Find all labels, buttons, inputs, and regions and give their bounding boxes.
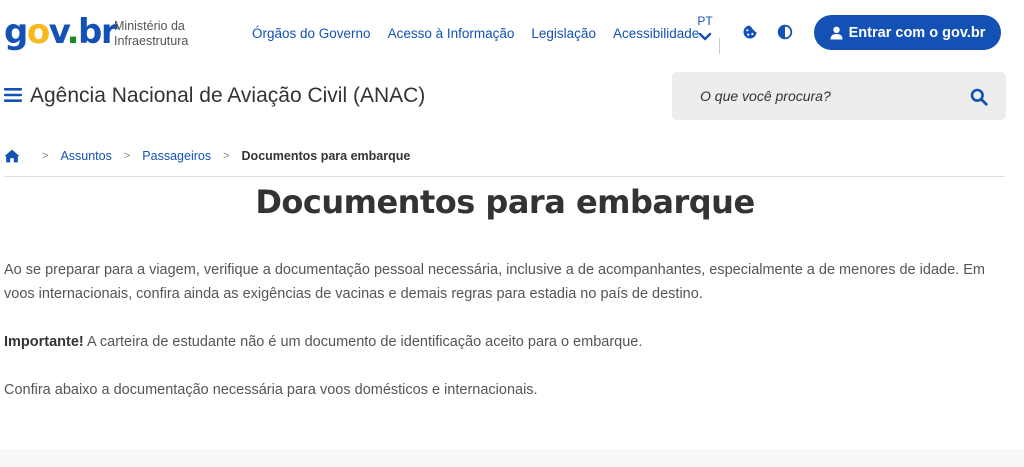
ministry-line-1: Ministério da — [114, 19, 185, 33]
contrast-icon[interactable] — [777, 24, 793, 40]
menu-icon[interactable] — [4, 87, 22, 103]
nav-acesso-a-informacao[interactable]: Acesso à Informação — [388, 26, 515, 41]
breadcrumb-item-passageiros[interactable]: Passageiros — [142, 149, 211, 163]
breadcrumb-divider — [4, 176, 1005, 177]
cookie-icon[interactable] — [742, 24, 758, 40]
language-selector[interactable]: PT — [692, 14, 718, 43]
breadcrumb-item-assuntos[interactable]: Assuntos — [60, 149, 111, 163]
top-nav: Órgãos do Governo Acesso à Informação Le… — [252, 26, 699, 41]
search-input[interactable] — [672, 72, 962, 120]
login-button-label: Entrar com o gov.br — [848, 24, 986, 41]
info-paragraph: Confira abaixo a documentação necessária… — [4, 382, 538, 398]
chevron-down-icon — [698, 32, 712, 41]
nav-acessibilidade[interactable]: Acessibilidade — [613, 26, 699, 41]
language-label: PT — [697, 14, 713, 28]
home-icon[interactable] — [4, 149, 20, 163]
important-label: Importante! — [4, 334, 84, 350]
login-button[interactable]: Entrar com o gov.br — [814, 15, 1001, 50]
breadcrumb-separator: > — [42, 150, 49, 162]
breadcrumb-separator: > — [223, 150, 230, 162]
breadcrumb-current: Documentos para embarque — [241, 149, 411, 163]
nav-orgaos-do-governo[interactable]: Órgãos do Governo — [252, 26, 371, 41]
govbr-logo[interactable]: gov.br — [4, 12, 118, 52]
page-title: Documentos para embarque — [255, 183, 755, 221]
intro-paragraph: Ao se preparar para a viagem, verifique … — [4, 262, 985, 302]
breadcrumb-separator: > — [123, 150, 131, 162]
breadcrumb: > Assuntos > Passageiros > Documentos pa… — [4, 147, 410, 165]
agency-name[interactable]: Agência Nacional de Aviação Civil (ANAC) — [30, 84, 425, 108]
search-box — [672, 72, 1006, 120]
important-paragraph: Importante! A carteira de estudante não … — [4, 330, 1004, 354]
top-header: gov.br Ministério da Infraestrutura Órgã… — [0, 0, 1024, 66]
important-text: A carteira de estudante não é um documen… — [83, 334, 643, 350]
footer-band — [0, 449, 1024, 467]
nav-legislacao[interactable]: Legislação — [531, 26, 596, 41]
search-icon[interactable] — [970, 88, 988, 106]
ministry-line-2: Infraestrutura — [114, 34, 189, 48]
ministry-name: Ministério da Infraestrutura — [114, 19, 188, 49]
user-icon — [830, 26, 843, 39]
header-divider — [719, 38, 720, 54]
